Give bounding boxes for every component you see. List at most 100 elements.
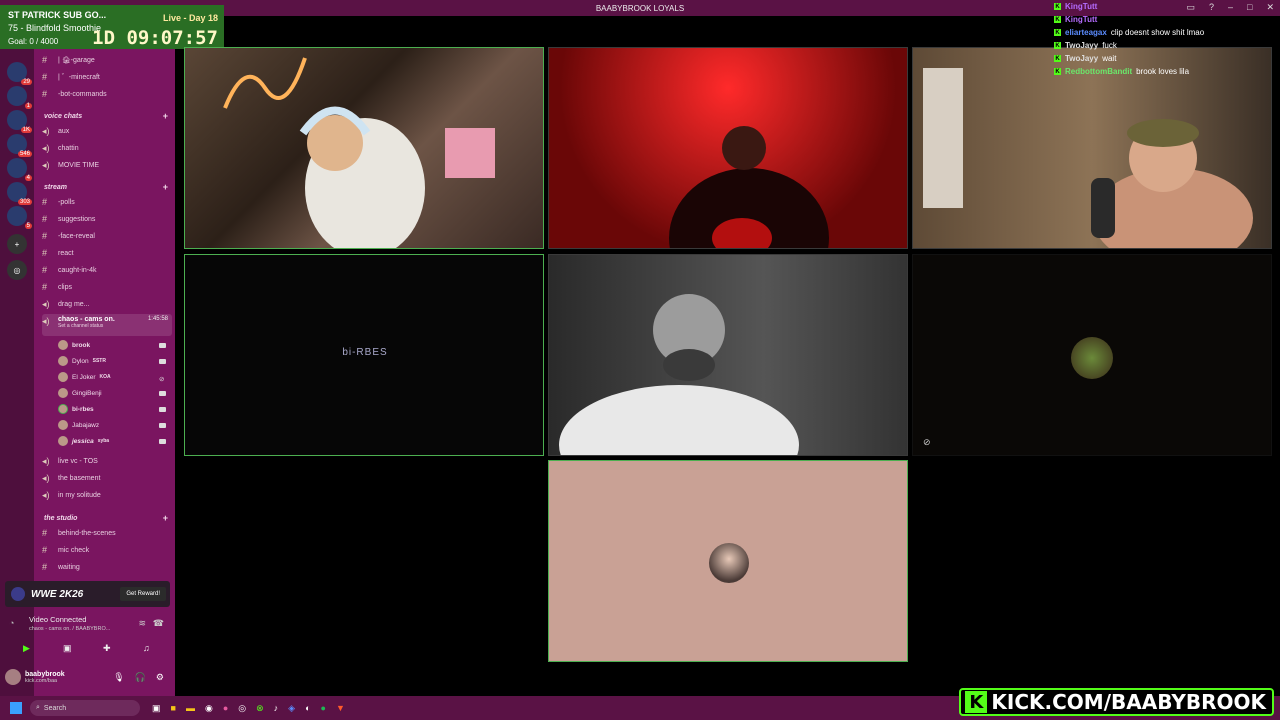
windows-start-icon[interactable] xyxy=(10,702,22,714)
messenger-icon[interactable]: ◐ xyxy=(305,703,310,714)
overlay-timer: 1D 09:07:57 xyxy=(92,27,218,49)
discover-icon[interactable]: ◎ xyxy=(7,260,27,280)
brave-icon[interactable]: ▼ xyxy=(336,703,345,714)
search-box[interactable]: ⌕ Search xyxy=(30,700,140,716)
voice-member[interactable]: bi-rbes xyxy=(58,402,170,416)
hash-icon: # xyxy=(42,89,48,99)
kick-icon: K xyxy=(1054,29,1061,36)
channel-waiting[interactable]: # waiting xyxy=(42,560,172,574)
video-tile-participant-2[interactable] xyxy=(548,47,908,249)
kick-icon: K xyxy=(1054,68,1061,75)
category-the-studio[interactable]: the studio + xyxy=(44,511,174,525)
category-voice-chats[interactable]: voice chats + xyxy=(44,109,174,123)
overlay-goal-line: 75 - Blindfold Smoothie xyxy=(8,23,102,33)
voice-member[interactable]: El Joker KOA ⊘ xyxy=(58,370,170,384)
channel-bot-commands[interactable]: # -bot-commands xyxy=(42,87,172,101)
hash-icon: # xyxy=(42,231,48,241)
channel-caught-in-4k[interactable]: # caught-in-4k xyxy=(42,263,172,277)
server-icon-4[interactable]: 546 xyxy=(7,134,32,157)
voice-member[interactable]: Dylon SSTR xyxy=(58,354,170,368)
chat-message: K KingTutt xyxy=(1054,2,1098,11)
server-icon-2[interactable]: 1 xyxy=(7,86,32,109)
hash-icon: # xyxy=(42,562,48,572)
spotify-icon[interactable]: ● xyxy=(321,703,326,714)
notes-icon[interactable]: ■ xyxy=(171,703,176,714)
server-icon-6[interactable]: 303 xyxy=(7,182,32,205)
voice-member[interactable]: jessica syba xyxy=(58,434,170,448)
xbox-icon[interactable]: ⊗ xyxy=(256,703,264,714)
kick-icon: K xyxy=(1054,42,1061,49)
channel-face-reveal[interactable]: # -face-reveal xyxy=(42,229,172,243)
chrome-icon[interactable]: ◉ xyxy=(205,703,213,714)
add-channel-icon[interactable]: + xyxy=(163,111,168,121)
video-tile-participant-6[interactable]: ⊘ xyxy=(912,254,1272,456)
hash-icon: # xyxy=(42,282,48,292)
screen-share-button[interactable]: ▣ xyxy=(63,643,72,654)
voice-member[interactable]: GingiBenji xyxy=(58,386,170,400)
app-icon[interactable]: ● xyxy=(223,703,228,714)
video-tile-bi-rbes[interactable]: bi-RBES xyxy=(184,254,544,456)
microphone-icon[interactable]: 🎙 xyxy=(113,672,124,683)
video-feed xyxy=(923,68,1253,248)
camera-button[interactable]: ▶ xyxy=(23,643,30,654)
discord-icon[interactable]: ◈ xyxy=(288,703,295,714)
channel-mic-check[interactable]: # mic check xyxy=(42,543,172,557)
channel-garage[interactable]: # | 🏚-garage xyxy=(42,53,172,67)
soundboard-button[interactable]: ♫ xyxy=(143,643,150,653)
avatar xyxy=(58,404,68,414)
add-channel-icon[interactable]: + xyxy=(163,513,168,523)
channel-minecraft[interactable]: # | ゛-minecraft xyxy=(42,70,172,84)
add-server-icon[interactable]: + xyxy=(7,234,27,254)
video-feed xyxy=(559,294,799,455)
server-icon-3[interactable]: 1K xyxy=(7,110,32,133)
add-channel-icon[interactable]: + xyxy=(163,182,168,192)
camera-icon xyxy=(159,406,166,412)
channel-react[interactable]: # react xyxy=(42,246,172,260)
overlay-title: ST PATRICK SUB GO... xyxy=(8,10,107,20)
tiktok-icon[interactable]: ♪ xyxy=(274,703,279,714)
channel-polls[interactable]: # -polls xyxy=(42,195,172,209)
hash-icon: # xyxy=(42,72,48,82)
screen-share-label: bi-RBES xyxy=(342,347,388,358)
channel-live-vc-tos[interactable]: ◂) live vc - TOS xyxy=(42,454,172,468)
task-view-icon[interactable]: ▣ xyxy=(152,703,161,714)
video-tile-participant-7[interactable] xyxy=(548,460,908,662)
voice-member[interactable]: Jabajawz xyxy=(58,418,170,432)
voice-status-channel[interactable]: chaos - cams on. / BAABYBRO... xyxy=(29,626,110,632)
activities-button[interactable]: ✚ xyxy=(103,643,111,654)
get-reward-button[interactable]: Get Reward! xyxy=(120,587,166,601)
channel-in-my-solitude[interactable]: ◂) in my solitude xyxy=(42,488,172,502)
channel-drag-me[interactable]: ◂) drag me... xyxy=(42,297,172,311)
channel-suggestions[interactable]: # suggestions xyxy=(42,212,172,226)
steam-icon[interactable]: ◎ xyxy=(238,703,246,714)
overlay-live-day: Live - Day 18 xyxy=(162,13,218,23)
gear-icon[interactable]: ⚙ xyxy=(156,672,164,683)
avatar xyxy=(58,388,68,398)
speaker-icon: ◂) xyxy=(42,472,50,483)
headphones-icon[interactable]: 🎧 xyxy=(135,672,146,683)
channel-chattin[interactable]: ◂) chattin xyxy=(42,141,172,155)
avatar[interactable] xyxy=(5,669,21,685)
overlay-goal: Goal: 0 / 4000 xyxy=(8,37,59,46)
server-icon-7[interactable]: 5 xyxy=(7,206,32,229)
voice-status-title: Video Connected xyxy=(29,615,87,624)
video-feed xyxy=(669,126,829,248)
server-icon-1[interactable]: 29 xyxy=(7,62,32,85)
avatar xyxy=(58,436,68,446)
server-icon-5[interactable]: 4 xyxy=(7,158,32,181)
video-tile-participant-5[interactable] xyxy=(548,254,908,456)
category-stream[interactable]: stream + xyxy=(44,180,174,194)
voice-member[interactable]: brook xyxy=(58,338,170,352)
channel-aux[interactable]: ◂) aux xyxy=(42,124,172,138)
noise-suppression-icon[interactable]: ≋ xyxy=(138,618,146,629)
channel-chaos-cams-on[interactable]: ◂) chaos - cams on. Set a channel status… xyxy=(42,314,172,336)
video-feed xyxy=(223,57,495,248)
file-explorer-icon[interactable]: ▬ xyxy=(186,703,195,714)
channel-the-basement[interactable]: ◂) the basement xyxy=(42,471,172,485)
chat-message: K TwoJayy fuck xyxy=(1054,41,1117,50)
video-tile-brook[interactable] xyxy=(184,47,544,249)
channel-movie-time[interactable]: ◂) MOVIE TIME xyxy=(42,158,172,172)
channel-clips[interactable]: # clips xyxy=(42,280,172,294)
disconnect-icon[interactable]: ☎ xyxy=(153,618,164,629)
channel-behind-the-scenes[interactable]: # behind-the-scenes xyxy=(42,526,172,540)
